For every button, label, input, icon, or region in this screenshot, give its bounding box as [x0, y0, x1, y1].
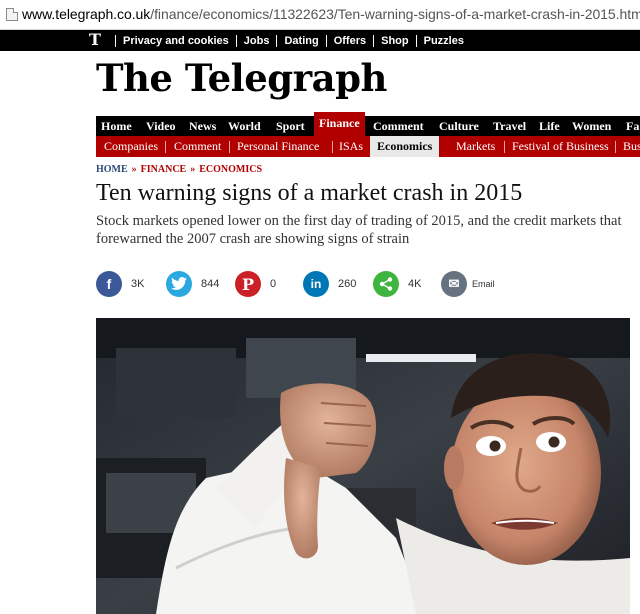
nav-women[interactable]: Women: [572, 116, 611, 136]
url-path: /finance/economics/11322623/Ten-warning-…: [150, 6, 640, 22]
jobs-link[interactable]: Jobs: [244, 35, 270, 47]
shop-link[interactable]: Shop: [381, 35, 409, 47]
nav-home[interactable]: Home: [101, 116, 132, 136]
twitter-count: 844: [201, 278, 220, 290]
privacy-cookies-link[interactable]: Privacy and cookies: [123, 35, 229, 47]
divider: [276, 34, 278, 47]
linkedin-count: 260: [338, 278, 357, 290]
sharethis-count: 4K: [408, 278, 422, 290]
finance-sub-nav: Companies Comment Personal Finance ISAs …: [96, 136, 640, 157]
divider: [615, 141, 616, 153]
pinterest-share[interactable]: P 0: [235, 271, 276, 297]
article-headline: Ten warning signs of a market crash in 2…: [96, 180, 523, 206]
breadcrumb-separator: »: [190, 164, 196, 175]
subnav-companies[interactable]: Companies: [104, 136, 158, 157]
trader-thumbs-down-image: [96, 318, 630, 614]
main-nav: Home Video News World Sport Comment Cult…: [96, 116, 640, 136]
nav-sport[interactable]: Sport: [276, 116, 305, 136]
share-nodes-icon: [379, 277, 393, 291]
nav-fashion-truncated[interactable]: Fa: [626, 116, 639, 136]
nav-culture[interactable]: Culture: [439, 116, 479, 136]
subnav-festival-of-business[interactable]: Festival of Business: [512, 136, 609, 157]
article-standfirst: Stock markets opened lower on the first …: [96, 213, 622, 247]
email-label: Email: [472, 279, 495, 289]
article-lead-photo: [96, 318, 630, 614]
nav-finance-active[interactable]: Finance: [314, 112, 365, 136]
page-icon: [6, 8, 18, 21]
subnav-personal-finance[interactable]: Personal Finance: [237, 136, 319, 157]
facebook-count: 3K: [131, 278, 145, 290]
linkedin-share[interactable]: in 260: [303, 271, 356, 297]
nav-comment[interactable]: Comment: [373, 116, 424, 136]
pinterest-icon[interactable]: P: [235, 271, 261, 297]
subnav-comment[interactable]: Comment: [174, 136, 221, 157]
twitter-icon[interactable]: [166, 271, 192, 297]
nav-world[interactable]: World: [228, 116, 261, 136]
breadcrumb: HOME» FINANCE» ECONOMICS: [96, 164, 262, 175]
share-icon[interactable]: [373, 271, 399, 297]
divider: [165, 141, 166, 153]
nav-news[interactable]: News: [189, 116, 216, 136]
nav-life[interactable]: Life: [539, 116, 560, 136]
breadcrumb-finance[interactable]: FINANCE: [141, 164, 187, 175]
utility-bar: T Privacy and cookies Jobs Dating Offers…: [0, 30, 640, 51]
offers-link[interactable]: Offers: [334, 35, 366, 47]
dating-link[interactable]: Dating: [284, 35, 318, 47]
facebook-share[interactable]: f 3K: [96, 271, 144, 297]
breadcrumb-separator: »: [131, 164, 137, 175]
nav-video[interactable]: Video: [146, 116, 176, 136]
divider: [504, 141, 505, 153]
linkedin-icon[interactable]: in: [303, 271, 329, 297]
telegraph-masthead-logo[interactable]: The Telegraph: [96, 56, 387, 100]
divider: [235, 34, 237, 47]
utility-links: Privacy and cookies Jobs Dating Offers S…: [108, 30, 464, 51]
browser-address-bar[interactable]: www.telegraph.co.uk/finance/economics/11…: [0, 0, 640, 30]
puzzles-link[interactable]: Puzzles: [424, 35, 464, 47]
nav-travel[interactable]: Travel: [493, 116, 526, 136]
twitter-bird-icon: [171, 277, 187, 290]
url-domain: www.telegraph.co.uk: [22, 6, 151, 22]
url-text[interactable]: www.telegraph.co.uk/finance/economics/11…: [22, 6, 640, 22]
divider: [373, 34, 375, 47]
facebook-icon[interactable]: f: [96, 271, 122, 297]
email-share[interactable]: ✉ Email: [441, 271, 495, 297]
subnav-markets[interactable]: Markets: [456, 136, 495, 157]
subnav-business-truncated[interactable]: Bus: [623, 136, 640, 157]
sharethis-share[interactable]: 4K: [373, 271, 421, 297]
subnav-isas[interactable]: ISAs: [339, 136, 363, 157]
divider: [229, 141, 230, 153]
divider: [325, 34, 327, 47]
twitter-share[interactable]: 844: [166, 271, 219, 297]
divider: [415, 34, 417, 47]
divider: [332, 141, 333, 153]
breadcrumb-home[interactable]: HOME: [96, 164, 128, 175]
divider: [115, 34, 116, 47]
pinterest-count: 0: [270, 278, 277, 290]
email-icon[interactable]: ✉: [441, 271, 467, 297]
subnav-economics-active[interactable]: Economics: [370, 136, 440, 157]
breadcrumb-economics[interactable]: ECONOMICS: [199, 164, 262, 175]
telegraph-t-logo-icon[interactable]: T: [89, 31, 103, 49]
